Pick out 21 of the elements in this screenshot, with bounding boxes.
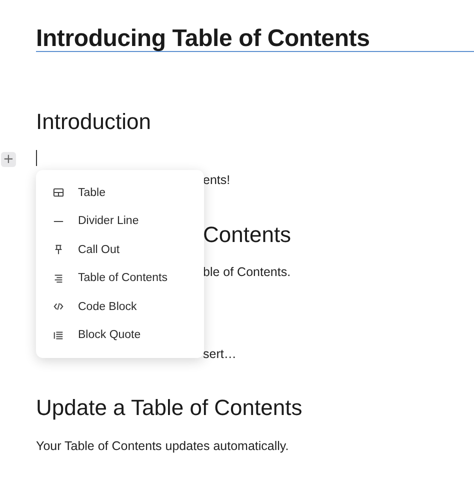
pin-icon bbox=[53, 244, 64, 256]
paragraph: ble of Contents. bbox=[203, 264, 291, 281]
lines-icon bbox=[53, 272, 64, 284]
menu-item[interactable]: Table bbox=[36, 178, 204, 207]
menu-item[interactable]: Code Block bbox=[36, 292, 204, 321]
menu-item[interactable]: Block Quote bbox=[36, 321, 204, 350]
paragraph: Your Table of Contents updates automatically. bbox=[36, 438, 289, 455]
section-heading: Introduction bbox=[36, 108, 151, 136]
section-heading: Update a Table of Contents bbox=[36, 394, 302, 422]
quote-icon bbox=[53, 330, 64, 341]
text-cursor bbox=[36, 150, 37, 166]
paragraph: sert… bbox=[203, 346, 236, 363]
code-icon bbox=[53, 301, 64, 312]
table-icon bbox=[53, 187, 64, 198]
document-title: Introducing Table of Contents bbox=[36, 25, 370, 52]
menu-item[interactable]: Table of Contents bbox=[36, 264, 204, 292]
menu-item[interactable]: Call Out bbox=[36, 236, 204, 264]
add-block-button[interactable]: + bbox=[1, 152, 16, 167]
menu-item[interactable]: Divider Line bbox=[36, 207, 204, 236]
paragraph: ents! bbox=[203, 172, 230, 189]
section-heading: Contents bbox=[203, 221, 292, 249]
